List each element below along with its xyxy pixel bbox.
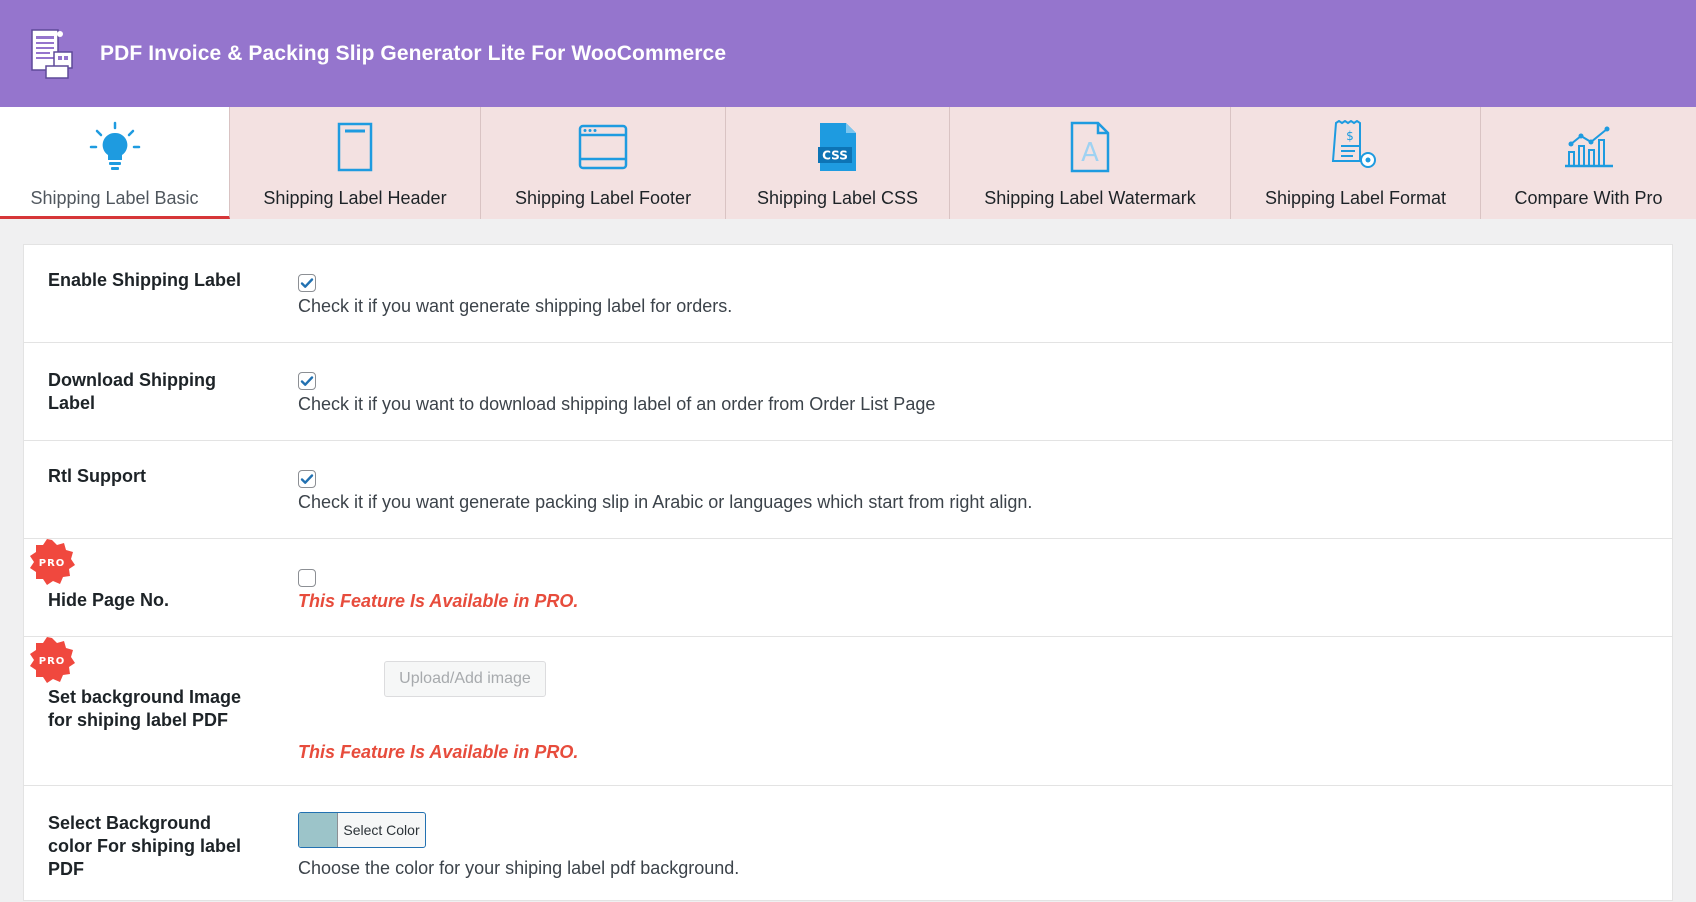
setting-description: Check it if you want generate shipping l… (298, 296, 733, 316)
app-header: PDF Invoice & Packing Slip Generator Lit… (0, 0, 1696, 107)
page-header-icon (337, 122, 373, 172)
download-shipping-label-checkbox[interactable] (298, 372, 316, 390)
tab-compare-with-pro[interactable]: Compare With Pro (1481, 107, 1696, 219)
svg-text:CSS: CSS (822, 149, 848, 163)
setting-row-enable-shipping-label: Enable Shipping Label Check it if you wa… (24, 245, 1672, 343)
select-color-label: Select Color (343, 822, 420, 838)
hide-page-no-checkbox[interactable] (298, 569, 316, 587)
pro-badge-text: PRO (39, 558, 66, 569)
svg-text:$: $ (1346, 129, 1354, 143)
lightbulb-icon (89, 121, 140, 170)
invoice-logo-icon (31, 28, 73, 79)
pro-badge-icon: PRO (30, 637, 75, 683)
tab-shipping-label-watermark[interactable]: A Shipping Label Watermark (950, 107, 1231, 219)
setting-label: Hide Page No. (48, 590, 170, 610)
setting-label: Enable Shipping Label (48, 270, 242, 290)
tab-shipping-label-header[interactable]: Shipping Label Header (230, 107, 481, 219)
enable-shipping-label-checkbox[interactable] (298, 274, 316, 292)
setting-description: Check it if you want generate packing sl… (298, 492, 1033, 512)
svg-text:A: A (1081, 138, 1099, 168)
pro-badge-icon: PRO (30, 539, 75, 585)
pro-feature-note: This Feature Is Available in PRO. (298, 742, 579, 762)
invoice-settings-icon: $ (1331, 120, 1376, 168)
tab-shipping-label-css[interactable]: CSS Shipping Label CSS (726, 107, 950, 219)
setting-label: Download Shipping Label (48, 370, 216, 413)
setting-row-background-color: Select Background color For shiping labe… (24, 786, 1672, 902)
tab-label: Shipping Label Basic (30, 188, 199, 208)
upload-image-button[interactable]: Upload/Add image (384, 661, 546, 697)
setting-row-download-shipping-label: Download Shipping Label Check it if you … (24, 343, 1672, 441)
setting-label: Set background Image for shiping label P… (48, 687, 242, 730)
tab-label: Compare With Pro (1514, 188, 1663, 208)
color-swatch (299, 813, 338, 847)
select-color-button[interactable]: Select Color (298, 812, 426, 848)
chart-icon (1564, 126, 1613, 168)
checkmark-icon (300, 376, 314, 386)
tab-label: Shipping Label CSS (756, 188, 919, 208)
pro-feature-note: This Feature Is Available in PRO. (298, 591, 579, 611)
setting-row-rtl-support: Rtl Support Check it if you want generat… (24, 441, 1672, 539)
settings-panel: Enable Shipping Label Check it if you wa… (23, 244, 1673, 901)
tab-label: Shipping Label Format (1264, 188, 1447, 208)
setting-row-hide-page-no: PRO Hide Page No. This Feature Is Availa… (24, 539, 1672, 637)
checkmark-icon (300, 278, 314, 288)
setting-label: Rtl Support (48, 466, 146, 486)
pro-badge-text: PRO (39, 656, 66, 667)
checkmark-icon (300, 474, 314, 484)
browser-window-icon (578, 124, 628, 170)
watermark-icon: A (1070, 121, 1110, 173)
tab-shipping-label-footer[interactable]: Shipping Label Footer (481, 107, 726, 219)
css-file-icon: CSS (817, 123, 856, 171)
setting-label: Select Background color For shiping labe… (48, 813, 242, 879)
setting-row-background-image: PRO Set background Image for shiping lab… (24, 637, 1672, 786)
tab-label: Shipping Label Header (263, 188, 447, 208)
setting-description: Check it if you want to download shippin… (298, 394, 936, 414)
rtl-support-checkbox[interactable] (298, 470, 316, 488)
tab-shipping-label-format[interactable]: $ Shipping Label Format (1231, 107, 1481, 219)
tab-shipping-label-basic[interactable]: Shipping Label Basic (0, 107, 230, 219)
tab-label: Shipping Label Watermark (984, 188, 1196, 208)
tab-label: Shipping Label Footer (514, 188, 692, 208)
setting-description: Choose the color for your shiping label … (298, 858, 740, 878)
settings-tabs: Shipping Label Basic Shipping Label Head… (0, 107, 1696, 219)
app-title: PDF Invoice & Packing Slip Generator Lit… (100, 41, 727, 65)
